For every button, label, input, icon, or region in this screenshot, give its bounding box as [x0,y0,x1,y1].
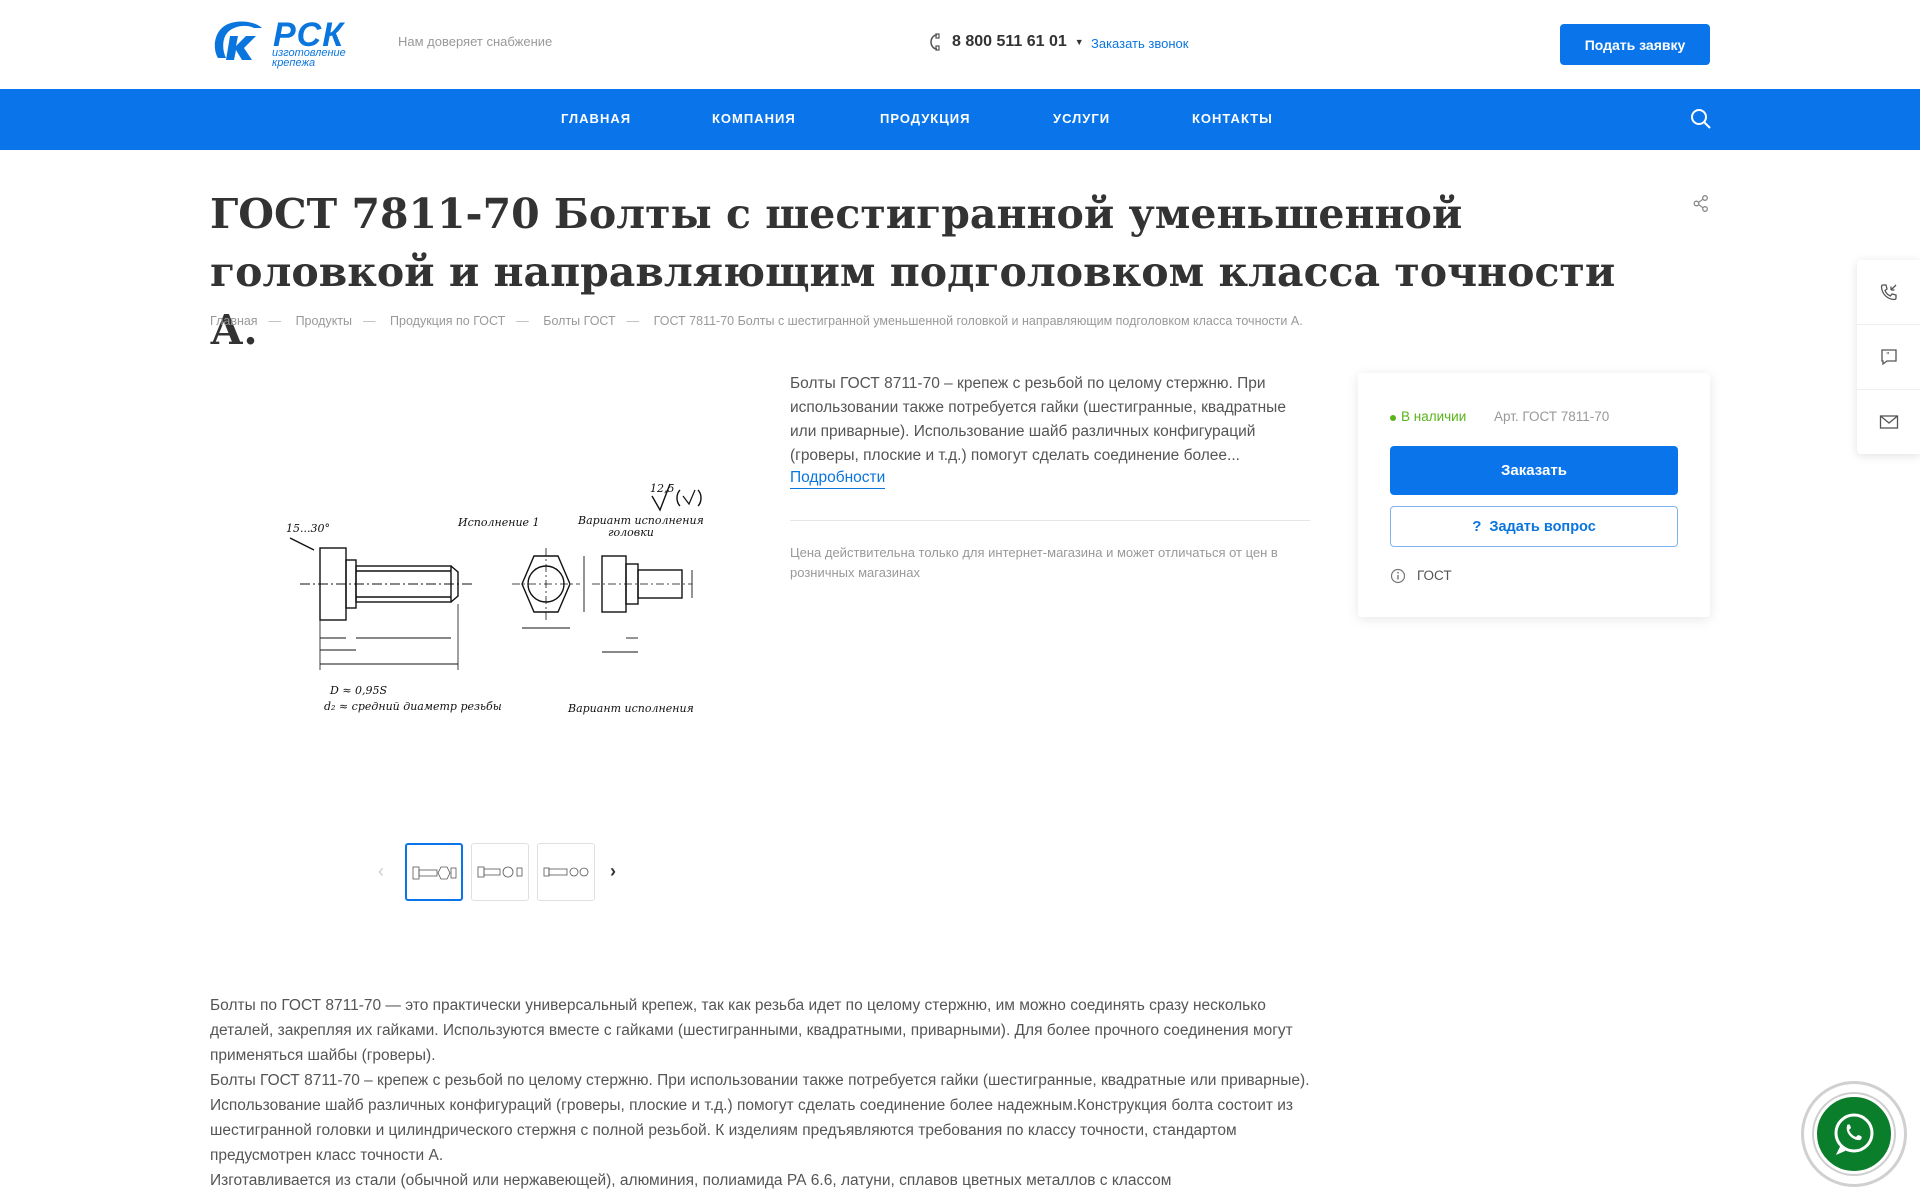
drawing-angle-label: 15...30° [286,522,330,535]
thumbnail-drawing-3 [543,867,589,877]
nav-item-company[interactable]: Компания [712,111,796,126]
buy-box: В наличии Арт. ГОСТ 7811-70 Заказать ? З… [1358,373,1710,617]
breadcrumb-separator: — [626,314,640,328]
submit-request-button[interactable]: Подать заявку [1560,24,1710,65]
nav-item-services[interactable]: Услуги [1053,111,1110,126]
chat-quote-icon: " [1880,349,1897,366]
ask-question-label: Задать вопрос [1489,518,1596,535]
breadcrumb-gost-products[interactable]: Продукция по ГОСТ [390,314,505,328]
stock-status: В наличии [1401,409,1467,424]
side-contact-panel: " [1857,260,1920,454]
nav-item-home[interactable]: Главная [561,111,631,126]
breadcrumb-products[interactable]: Продукты [296,314,352,328]
side-review-button[interactable]: " [1857,325,1920,389]
drawing-formula-1: D ≈ 0,95S [329,684,388,697]
description-paragraph: Болты ГОСТ 8711-70 – крепеж с резьбой по… [210,1072,1310,1164]
product-drawing[interactable]: 15...30° Исполнение 1 Вариант исполнения… [272,428,724,778]
drawing-variant-bottom-label: Вариант исполнения [567,702,694,715]
price-note: Цена действительна только для интернет-м… [790,545,1278,580]
description-paragraph: Изготавливается из стали (обычной или не… [210,1172,1172,1189]
article-number: Арт. ГОСТ 7811-70 [1494,409,1610,424]
description-paragraph: Болты по ГОСТ 8711-70 — это практически … [210,997,1293,1064]
info-icon [1390,568,1406,584]
thumbnail-drawing-1 [412,866,457,880]
product-description: Болты по ГОСТ 8711-70 — это практически … [210,993,1320,1193]
phone-icon [930,33,940,51]
short-description: Болты ГОСТ 8711-70 – крепеж с резьбой по… [790,375,1286,464]
gost-label[interactable]: ГОСТ [1417,568,1452,583]
share-icon[interactable] [1693,195,1709,212]
breadcrumb-gost-bolts[interactable]: Болты ГОСТ [543,314,615,328]
phone-dropdown[interactable]: 8 800 511 61 01 ▼ [928,33,1084,51]
whatsapp-button[interactable] [1801,1081,1907,1187]
svg-text:": " [1886,351,1890,360]
ask-question-button[interactable]: ? Задать вопрос [1390,506,1678,547]
breadcrumb-separator: — [516,314,529,328]
image-thumbnails: ‹ › [370,843,630,901]
thumbnail-2[interactable] [471,843,529,901]
callback-phone-icon [1880,284,1897,301]
callback-link[interactable]: Заказать звонок [1091,36,1188,51]
drawing-roughness-label: 12,5 [650,482,675,495]
thumbnail-3[interactable] [537,843,595,901]
phone-number[interactable]: 8 800 511 61 01 [952,33,1067,51]
page-title: ГОСТ 7811-70 Болты с шестигранной уменьш… [210,190,1616,354]
main-nav: Главная Компания Продукция Услуги Контак… [0,89,1920,150]
more-details-link[interactable]: Подробности [790,469,886,489]
chevron-down-icon[interactable]: ▼ [1075,37,1084,47]
drawing-variant1-label: Исполнение 1 [457,516,540,529]
logo-subtitle-2: крепежа [272,57,316,69]
next-arrow-icon[interactable]: › [610,861,616,882]
search-icon[interactable] [1690,108,1712,130]
breadcrumb-separator: — [363,314,376,328]
nav-item-products[interactable]: Продукция [880,111,970,126]
logo-mark-icon [214,21,262,60]
header-tagline: Нам доверяет снабжение [398,34,553,49]
site-header: РСК изготовление крепежа Нам доверяет сн… [0,0,1920,89]
thumbnail-1[interactable] [405,843,463,901]
prev-arrow-icon[interactable]: ‹ [378,861,384,882]
drawing-variant-head-label-2: головки [608,526,654,539]
mail-icon [1879,415,1898,429]
nav-item-contacts[interactable]: Контакты [1192,111,1273,126]
side-email-button[interactable] [1857,390,1920,454]
side-callback-button[interactable] [1857,260,1920,324]
divider [790,520,1310,521]
breadcrumb-current: ГОСТ 7811-70 Болты с шестигранной уменьш… [653,314,1303,328]
breadcrumb: Главная — Продукты — Продукция по ГОСТ — Бо… [210,314,1303,328]
order-button[interactable]: Заказать [1390,446,1678,495]
whatsapp-icon [1814,1094,1894,1174]
breadcrumb-home[interactable]: Главная [210,314,258,328]
drawing-formula-2: d₂ ≈ средний диаметр резьбы [324,700,502,713]
thumbnail-drawing-2 [477,866,523,878]
question-icon: ? [1472,518,1482,535]
whatsapp-glyph-icon [1834,1113,1874,1155]
breadcrumb-separator: — [268,314,282,328]
in-stock-dot-icon [1390,415,1396,421]
site-logo[interactable]: РСК изготовление крепежа [210,16,360,70]
